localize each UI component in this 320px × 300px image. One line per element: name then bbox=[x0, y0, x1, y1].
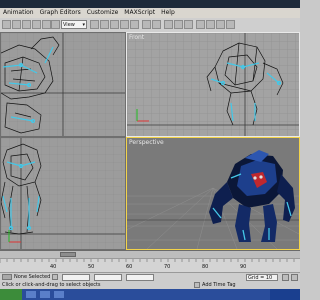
track-tick-label: 80 bbox=[202, 264, 209, 270]
quick-render-icon[interactable] bbox=[226, 20, 235, 29]
align-icon[interactable] bbox=[152, 20, 161, 29]
x-coordinate-field[interactable] bbox=[62, 274, 90, 281]
perspective-view-canvas bbox=[127, 150, 299, 249]
window-top-strip bbox=[0, 0, 300, 8]
move-icon[interactable] bbox=[32, 20, 41, 29]
taskbar-app-icon[interactable] bbox=[26, 291, 36, 298]
menu-maxscript[interactable]: MAXScript bbox=[121, 8, 158, 18]
menu-help[interactable]: Help bbox=[158, 8, 178, 18]
select-by-name-icon[interactable] bbox=[22, 20, 31, 29]
selection-status-text: None Selected bbox=[14, 274, 51, 280]
layer-manager-icon[interactable] bbox=[164, 20, 173, 29]
taskbar bbox=[0, 289, 300, 300]
track-tick-label: 70 bbox=[164, 264, 171, 270]
system-tray bbox=[270, 289, 300, 300]
snap-icon[interactable] bbox=[100, 20, 109, 29]
left-view-canvas bbox=[1, 138, 125, 249]
menu-graph-editors[interactable]: Graph Editors bbox=[37, 8, 84, 18]
track-tick-label: 50 bbox=[88, 264, 95, 270]
track-bar-ticks bbox=[0, 259, 295, 263]
select-region-icon[interactable] bbox=[12, 20, 21, 29]
viewport-perspective[interactable]: Perspective bbox=[126, 137, 300, 250]
track-tick-label: 40 bbox=[50, 264, 57, 270]
spinner-snap-icon[interactable] bbox=[130, 20, 139, 29]
prompt-text: Click or click-and-drag to select object… bbox=[2, 282, 101, 288]
prompt-line: Click or click-and-drag to select object… bbox=[0, 281, 300, 289]
front-viewport-label[interactable]: Front bbox=[129, 34, 144, 41]
track-bar[interactable]: 40 50 60 70 80 90 bbox=[0, 258, 300, 273]
z-coordinate-field[interactable] bbox=[126, 274, 154, 281]
model-shaded-perspective bbox=[209, 150, 295, 242]
reference-coordinate-select[interactable]: View ▾ bbox=[61, 20, 87, 29]
rotate-icon[interactable] bbox=[42, 20, 51, 29]
select-icon[interactable] bbox=[2, 20, 11, 29]
scale-icon[interactable] bbox=[51, 20, 60, 29]
curve-editor-icon[interactable] bbox=[174, 20, 183, 29]
schematic-view-icon[interactable] bbox=[184, 20, 193, 29]
mirror-icon[interactable] bbox=[142, 20, 151, 29]
render-frame-icon[interactable] bbox=[216, 20, 225, 29]
time-tag-icon bbox=[194, 282, 200, 288]
time-slider-handle[interactable] bbox=[60, 252, 76, 257]
lock-selection-icon[interactable] bbox=[52, 274, 58, 280]
track-tick-label: 60 bbox=[126, 264, 133, 270]
percent-snap-icon[interactable] bbox=[120, 20, 129, 29]
front-view-canvas bbox=[127, 33, 299, 136]
y-coordinate-field[interactable] bbox=[94, 274, 122, 281]
chevron-down-icon: ▾ bbox=[82, 22, 85, 28]
menu-customize[interactable]: Customize bbox=[84, 8, 122, 18]
viewport-area: Front Perspective bbox=[0, 32, 300, 250]
track-tick-label: 90 bbox=[240, 264, 247, 270]
main-toolbar: View ▾ bbox=[0, 18, 300, 33]
taskbar-app-icon[interactable] bbox=[54, 291, 64, 298]
add-time-tag-button[interactable]: Add Time Tag bbox=[202, 282, 236, 288]
perspective-viewport-label[interactable]: Perspective bbox=[129, 139, 164, 146]
maxscript-listener-icon[interactable] bbox=[2, 274, 12, 280]
menu-bar: Animation Graph Editors Customize MAXScr… bbox=[0, 8, 300, 18]
grid-size-field: Grid = 10 bbox=[246, 274, 278, 281]
taskbar-app-icon[interactable] bbox=[40, 291, 50, 298]
menu-animation[interactable]: Animation bbox=[0, 8, 37, 18]
auto-key-icon[interactable] bbox=[282, 274, 289, 281]
angle-snap-icon[interactable] bbox=[110, 20, 119, 29]
viewport-left[interactable] bbox=[1, 138, 125, 249]
material-editor-icon[interactable] bbox=[196, 20, 205, 29]
viewport-front[interactable]: Front bbox=[126, 32, 300, 137]
render-setup-icon[interactable] bbox=[206, 20, 215, 29]
reference-coordinate-value: View bbox=[63, 22, 75, 28]
pivot-icon[interactable] bbox=[90, 20, 99, 29]
top-view-canvas bbox=[1, 33, 125, 136]
viewport-top[interactable] bbox=[1, 33, 125, 136]
start-button[interactable] bbox=[0, 289, 22, 300]
set-key-icon[interactable] bbox=[291, 274, 298, 281]
